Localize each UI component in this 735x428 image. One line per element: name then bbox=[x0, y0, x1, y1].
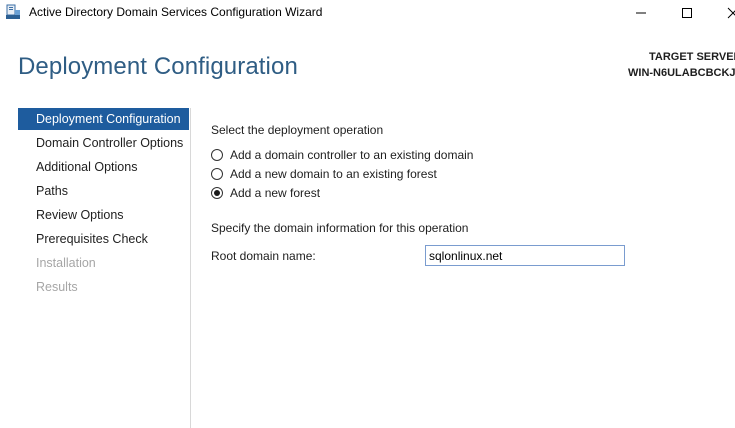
maximize-icon bbox=[682, 7, 692, 18]
root-domain-input[interactable] bbox=[425, 245, 625, 266]
close-icon bbox=[727, 7, 735, 18]
nav-item-deployment-configuration[interactable]: Deployment Configuration bbox=[18, 108, 189, 130]
radio-label: Add a new forest bbox=[230, 186, 321, 200]
window-title: Active Directory Domain Services Configu… bbox=[29, 5, 323, 19]
minimize-icon bbox=[636, 12, 646, 13]
nav-divider bbox=[190, 108, 191, 428]
nav-item-installation: Installation bbox=[36, 256, 96, 270]
domain-info-heading: Specify the domain information for this … bbox=[211, 221, 469, 235]
maximize-button[interactable] bbox=[664, 0, 710, 25]
nav-item-prerequisites-check[interactable]: Prerequisites Check bbox=[18, 228, 189, 250]
radio-label: Add a domain controller to an existing d… bbox=[230, 148, 474, 162]
target-server-name: WIN-N6ULABCBCKJ bbox=[628, 67, 735, 79]
radio-add-dc-existing-domain[interactable]: Add a domain controller to an existing d… bbox=[211, 147, 473, 163]
nav-item-results: Results bbox=[36, 280, 78, 294]
radio-button[interactable] bbox=[211, 149, 223, 161]
root-domain-label: Root domain name: bbox=[211, 249, 316, 263]
nav-item-paths[interactable]: Paths bbox=[18, 180, 189, 202]
radio-add-new-forest[interactable]: Add a new forest bbox=[211, 185, 320, 201]
operation-heading: Select the deployment operation bbox=[211, 123, 384, 137]
wizard-window: Active Directory Domain Services Configu… bbox=[0, 0, 735, 428]
nav-item-domain-controller-options[interactable]: Domain Controller Options bbox=[18, 132, 189, 154]
page-title: Deployment Configuration bbox=[18, 53, 298, 80]
ad-ds-app-icon bbox=[5, 4, 21, 20]
title-bar: Active Directory Domain Services Configu… bbox=[0, 0, 735, 25]
close-button[interactable] bbox=[710, 0, 735, 25]
nav-item-review-options[interactable]: Review Options bbox=[18, 204, 189, 226]
radio-add-domain-existing-forest[interactable]: Add a new domain to an existing forest bbox=[211, 166, 437, 182]
nav-item-additional-options[interactable]: Additional Options bbox=[18, 156, 189, 178]
radio-button[interactable] bbox=[211, 168, 223, 180]
radio-button-selected[interactable] bbox=[211, 187, 223, 199]
radio-label: Add a new domain to an existing forest bbox=[230, 167, 437, 181]
target-server-label: TARGET SERVER bbox=[649, 51, 735, 63]
minimize-button[interactable] bbox=[618, 0, 664, 25]
